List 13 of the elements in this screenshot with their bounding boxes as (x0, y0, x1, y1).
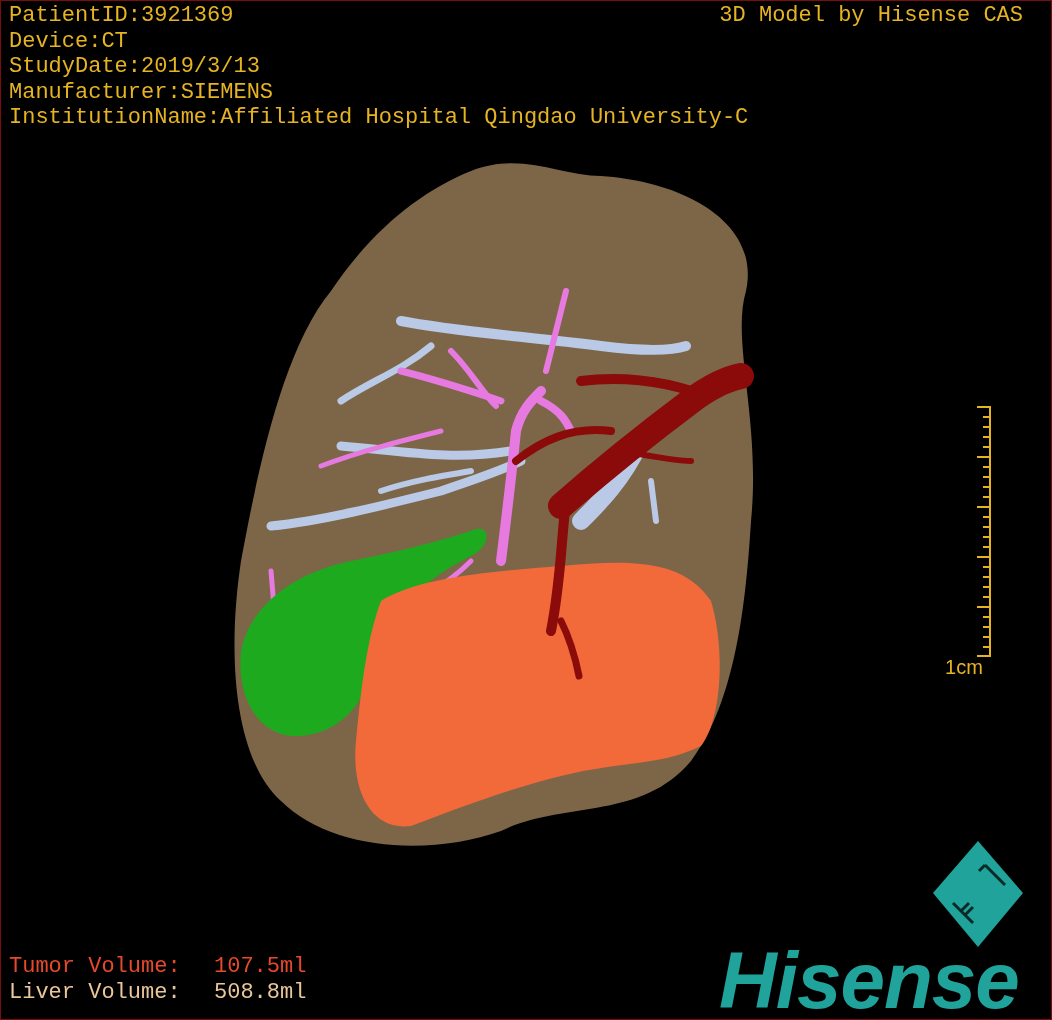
volume-value: 107.5ml (214, 954, 307, 980)
study-info-line: Device:CT (9, 28, 128, 54)
watermark-caption: 3D Model by Hisense CAS (719, 3, 1023, 29)
study-info-line: InstitutionName:Affiliated Hospital Qingdao University-C (9, 105, 749, 131)
scale-label: 1cm (945, 656, 983, 678)
logo-icon (933, 841, 1023, 947)
volume-value: 508.8ml (214, 980, 307, 1006)
study-info-line: PatientID:3921369 (9, 3, 234, 29)
brand-logo: Hisense (719, 939, 1019, 1019)
volume-label: Tumor Volume: (9, 954, 182, 980)
study-info-line: StudyDate:2019/3/13 (9, 54, 260, 80)
volume-label: Liver Volume: (9, 980, 182, 1006)
study-info-line: Manufacturer:SIEMENS (9, 79, 274, 105)
